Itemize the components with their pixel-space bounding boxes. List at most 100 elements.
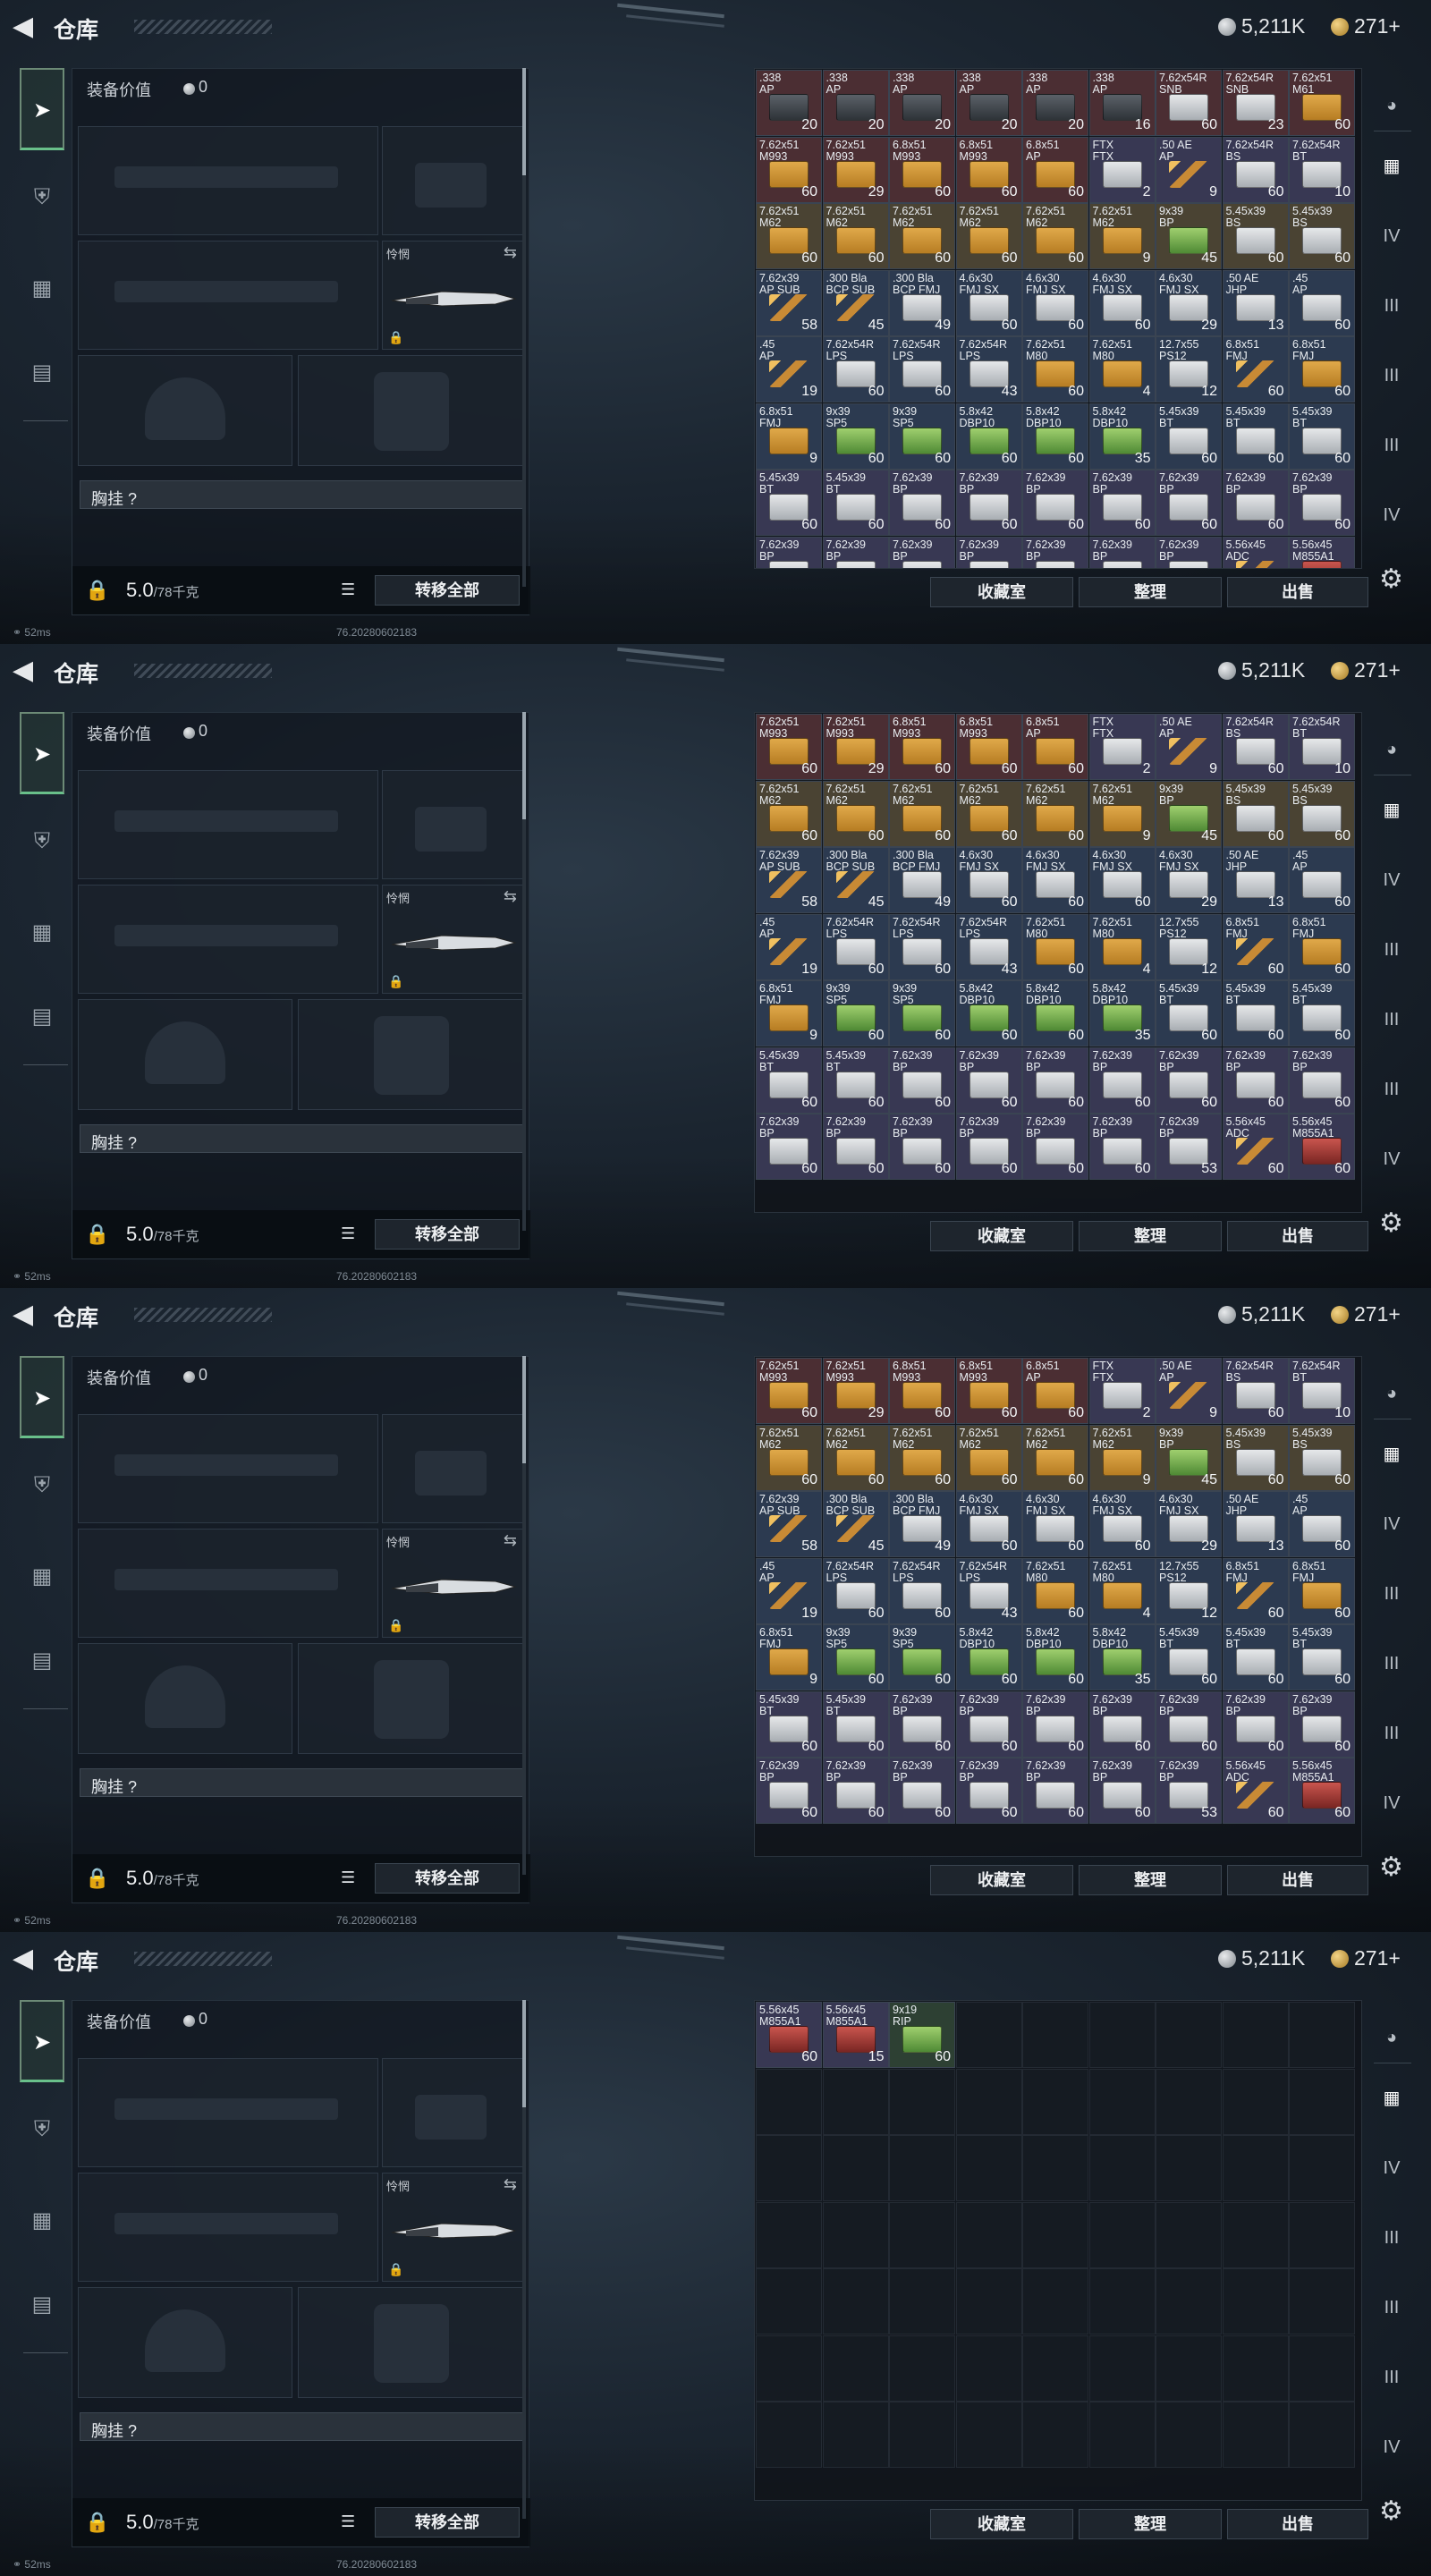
ammo-item[interactable]: 5.56x45 M855A160 xyxy=(1289,536,1355,568)
equipment-scroll-thumb[interactable] xyxy=(522,1356,526,1463)
armor-tab[interactable]: ⛨ xyxy=(20,1463,64,1508)
ammo-item[interactable]: 6.8x51 FMJ 60 xyxy=(1222,336,1289,402)
empty-stash-cell[interactable] xyxy=(889,2068,955,2135)
empty-stash-cell[interactable] xyxy=(955,2002,1022,2068)
empty-stash-cell[interactable] xyxy=(889,2402,955,2468)
empty-stash-cell[interactable] xyxy=(1222,2402,1289,2468)
ammo-item[interactable]: 7.62x39 BP60 xyxy=(822,536,889,568)
ammo-item[interactable]: 6.8x51 M993 60 xyxy=(889,714,955,780)
empty-stash-cell[interactable] xyxy=(822,2268,889,2334)
ammo-item[interactable]: 5.8x42 DBP10 35 xyxy=(1088,1624,1156,1690)
secondary-weapon-slot[interactable] xyxy=(78,885,378,994)
empty-stash-cell[interactable] xyxy=(1222,2002,1289,2068)
swap-icon[interactable]: ⇆ xyxy=(504,243,517,262)
ammo-item[interactable]: 5.45x39 BS 60 xyxy=(1289,780,1355,847)
armor-tab[interactable]: ⛨ xyxy=(20,819,64,864)
ammo-item[interactable]: 7.62x39 BP60 xyxy=(1022,1114,1088,1180)
ammo-item[interactable]: .300 Bla BCP FMJ 49 xyxy=(889,269,955,336)
ammo-item[interactable]: 7.62x51 M62 60 xyxy=(955,1424,1022,1491)
ammo-item[interactable]: 7.62x39 BP60 xyxy=(822,1114,889,1180)
stash-page-iv-b-icon[interactable]: IV xyxy=(1372,2429,1411,2465)
ammo-item[interactable]: .50 AE JHP 13 xyxy=(1222,269,1289,336)
ammo-item[interactable]: 7.62x39 BP60 xyxy=(889,1046,955,1114)
empty-stash-cell[interactable] xyxy=(1289,2334,1355,2402)
ammo-item[interactable]: 7.62x54R LPS 60 xyxy=(889,336,955,402)
back-arrow-icon[interactable]: ◀ xyxy=(13,655,39,687)
stash-page-icon[interactable]: ▦ xyxy=(1372,2080,1411,2116)
ammo-item[interactable]: 7.62x54R LPS 60 xyxy=(889,913,955,980)
stash-page-icon[interactable]: ▦ xyxy=(1372,1436,1411,1472)
ammo-item[interactable]: 4.6x30 FMJ SX 60 xyxy=(955,847,1022,913)
stash-page-iii-icon[interactable]: III xyxy=(1372,2220,1411,2256)
ammo-item[interactable]: 4.6x30 FMJ SX 60 xyxy=(1088,269,1156,336)
ammo-item[interactable]: 9x39 SP5 60 xyxy=(822,402,889,470)
ammo-item[interactable]: .50 AE JHP 13 xyxy=(1222,847,1289,913)
empty-stash-cell[interactable] xyxy=(1289,2268,1355,2334)
ammo-item[interactable]: FTX FTX 2 xyxy=(1088,1358,1156,1424)
ammo-item[interactable]: 7.62x39 AP SUB 58 xyxy=(756,1491,822,1557)
stash-page-iii-c-icon[interactable]: III xyxy=(1372,2360,1411,2395)
body-armor-slot[interactable] xyxy=(298,2287,523,2398)
ammo-item[interactable]: 7.62x51 M62 60 xyxy=(889,780,955,847)
empty-stash-cell[interactable] xyxy=(1022,2002,1088,2068)
ammo-item[interactable]: .45 AP 60 xyxy=(1289,847,1355,913)
ammo-item[interactable]: 7.62x39 BP60 xyxy=(1022,1758,1088,1824)
empty-stash-cell[interactable] xyxy=(1022,2068,1088,2135)
ammo-item[interactable]: 7.62x39 BP60 xyxy=(1088,1114,1156,1180)
ammo-item[interactable]: 7.62x39 BP60 xyxy=(889,1758,955,1824)
ammo-item[interactable]: .45 AP 19 xyxy=(756,336,822,402)
stash-page-icon[interactable]: ▦ xyxy=(1372,148,1411,184)
ammo-item[interactable]: 7.62x54R BS 60 xyxy=(1222,1358,1289,1424)
ammo-item[interactable]: 6.8x51 M993 60 xyxy=(955,136,1022,203)
ammo-item[interactable]: 5.45x39 BT 60 xyxy=(756,470,822,536)
ammo-item[interactable]: 6.8x51 FMJ 60 xyxy=(1222,913,1289,980)
ammo-item[interactable]: .338 AP 20 xyxy=(822,70,889,136)
ammo-item[interactable]: 7.62x51 M62 60 xyxy=(889,1424,955,1491)
empty-stash-cell[interactable] xyxy=(955,2135,1022,2201)
ammo-item[interactable]: 7.62x51 M62 60 xyxy=(822,780,889,847)
ammo-item[interactable]: 5.56x45 M855A160 xyxy=(1289,1114,1355,1180)
ammo-item[interactable]: 7.62x51 M80 4 xyxy=(1088,1557,1156,1624)
empty-stash-cell[interactable] xyxy=(1022,2135,1088,2201)
transfer-all-button[interactable]: 转移全部 xyxy=(375,575,520,606)
ammo-item[interactable]: 7.62x51 M993 29 xyxy=(822,714,889,780)
ammo-item[interactable]: 7.62x51 M62 9 xyxy=(1088,203,1156,269)
back-arrow-icon[interactable]: ◀ xyxy=(13,11,39,43)
empty-stash-cell[interactable] xyxy=(1222,2268,1289,2334)
ammo-item[interactable]: 6.8x51 AP 60 xyxy=(1022,136,1088,203)
helmet-slot[interactable] xyxy=(78,1643,292,1754)
empty-stash-cell[interactable] xyxy=(1156,2268,1222,2334)
ammo-item[interactable]: 5.45x39 BT 60 xyxy=(1289,1624,1355,1690)
empty-stash-cell[interactable] xyxy=(1156,2334,1222,2402)
ammo-item[interactable]: 6.8x51 M993 60 xyxy=(955,714,1022,780)
sort-button[interactable]: 整理 xyxy=(1079,2509,1222,2539)
ammo-item[interactable]: 7.62x54R BT 10 xyxy=(1289,1358,1355,1424)
rig-tab[interactable]: ▦ xyxy=(20,911,64,955)
ammo-item[interactable]: 7.62x51 M993 29 xyxy=(822,136,889,203)
ammo-item[interactable]: 7.62x54R BS 60 xyxy=(1222,136,1289,203)
swap-icon[interactable]: ⇆ xyxy=(504,2175,517,2194)
rig-tab[interactable]: ▦ xyxy=(20,2199,64,2243)
ammo-item[interactable]: 7.62x54R BS 60 xyxy=(1222,714,1289,780)
ammo-item[interactable]: 7.62x39 BP60 xyxy=(1222,1046,1289,1114)
list-icon[interactable]: ☰ xyxy=(341,580,355,599)
ammo-item[interactable]: 7.62x51 M993 60 xyxy=(756,714,822,780)
empty-stash-cell[interactable] xyxy=(1156,2002,1222,2068)
ammo-item[interactable]: 5.45x39 BT 60 xyxy=(822,470,889,536)
ammo-item[interactable]: 4.6x30 FMJ SX 60 xyxy=(955,269,1022,336)
ammo-item[interactable]: 4.6x30 FMJ SX 60 xyxy=(1022,1491,1088,1557)
ammo-item[interactable]: 7.62x39 BP 53 xyxy=(1156,1758,1222,1824)
ammo-item[interactable]: 7.62x51 M62 60 xyxy=(1022,780,1088,847)
ammo-item[interactable]: 7.62x51 M62 60 xyxy=(822,203,889,269)
ammo-item[interactable]: .45 AP 60 xyxy=(1289,269,1355,336)
ammo-item[interactable]: 7.62x51 M80 4 xyxy=(1088,336,1156,402)
collection-button[interactable]: 收藏室 xyxy=(930,2509,1073,2539)
equipment-scroll-thumb[interactable] xyxy=(522,68,526,175)
ammo-item[interactable]: 7.62x39 BP60 xyxy=(955,1114,1022,1180)
stash-page-iii-b-icon[interactable]: III xyxy=(1372,2290,1411,2326)
ammo-item[interactable]: .300 Bla BCP SUB 45 xyxy=(822,847,889,913)
empty-stash-cell[interactable] xyxy=(1088,2402,1156,2468)
ammo-item[interactable]: 6.8x51 M993 60 xyxy=(889,136,955,203)
helmet-filter-icon[interactable]: ◕ xyxy=(1372,732,1411,767)
empty-stash-cell[interactable] xyxy=(822,2201,889,2268)
